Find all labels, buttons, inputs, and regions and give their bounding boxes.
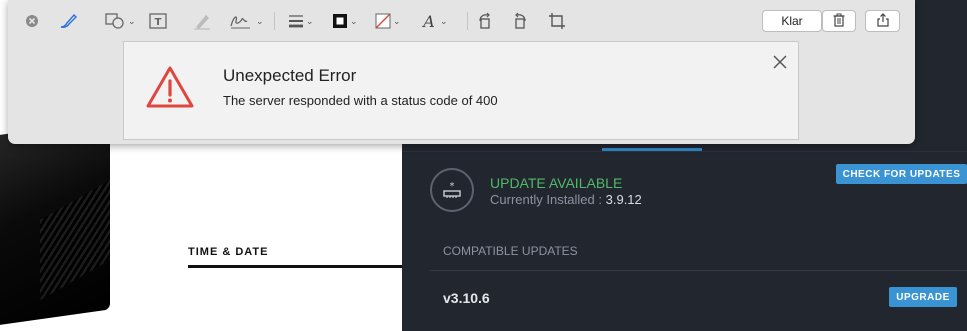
- error-title: Unexpected Error: [223, 66, 357, 85]
- installed-version-line: Currently Installed : 3.9.12: [490, 192, 642, 207]
- installed-prefix: Currently Installed :: [490, 192, 602, 207]
- close-error-button[interactable]: [772, 54, 788, 70]
- toolbar-separator: [467, 12, 468, 30]
- error-message: The server responded with a status code …: [223, 93, 498, 108]
- line-style-icon[interactable]: ⌄: [288, 10, 314, 32]
- rotate-left-icon[interactable]: [476, 10, 494, 32]
- close-icon[interactable]: [25, 10, 39, 32]
- svg-text:*: *: [450, 181, 455, 192]
- error-dialog: Unexpected Error The server responded wi…: [123, 41, 799, 140]
- installed-version: 3.9.12: [605, 192, 642, 207]
- crop-icon[interactable]: [548, 10, 566, 32]
- svg-text:A: A: [421, 12, 435, 30]
- fill-color-icon[interactable]: ⌄: [375, 10, 401, 32]
- available-version: v3.10.6: [443, 290, 490, 306]
- share-button[interactable]: [865, 10, 900, 32]
- compatible-updates-label: COMPATIBLE UPDATES: [443, 244, 578, 258]
- text-style-icon[interactable]: A ⌄: [420, 10, 447, 32]
- sketch-pen-icon[interactable]: [58, 10, 80, 32]
- done-button[interactable]: Klar: [762, 10, 822, 32]
- close-icon: [772, 55, 788, 74]
- section-label-time-date: TIME & DATE: [188, 246, 269, 258]
- toolbar-separator: [274, 12, 275, 30]
- panel-divider: [402, 151, 967, 152]
- delete-button[interactable]: [822, 10, 856, 32]
- text-box-icon[interactable]: T: [148, 10, 168, 32]
- warning-triangle-icon: [145, 65, 195, 114]
- update-status-title: UPDATE AVAILABLE: [490, 175, 623, 191]
- compatible-divider: [430, 270, 967, 271]
- trash-icon: [833, 13, 845, 30]
- share-icon: [876, 12, 889, 30]
- check-for-updates-button[interactable]: CHECK FOR UPDATES: [836, 164, 967, 184]
- signature-icon[interactable]: ⌄: [228, 10, 264, 32]
- shapes-icon[interactable]: ⌄: [104, 10, 136, 32]
- upgrade-button[interactable]: UPGRADE: [889, 287, 957, 307]
- firmware-update-icon: *: [430, 168, 474, 212]
- section-rule: [188, 265, 402, 268]
- markup-toolbar-window: ⌄ T ⌄ ⌄ ⌄ ⌄ A ⌄ Klar Unexpected Error Th…: [8, 0, 915, 144]
- svg-text:T: T: [155, 17, 162, 28]
- rotate-right-icon[interactable]: [511, 10, 529, 32]
- border-color-icon[interactable]: ⌄: [332, 10, 358, 32]
- highlight-icon[interactable]: [192, 10, 212, 32]
